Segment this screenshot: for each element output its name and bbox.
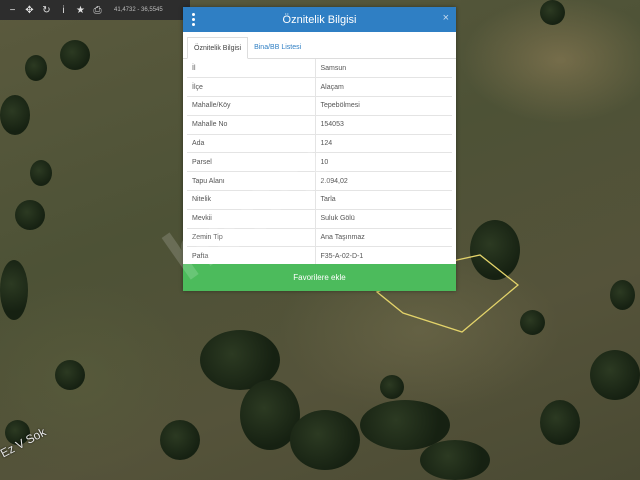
table-row: Tapu Alanı 2.094,02: [187, 171, 452, 192]
table-row: Mahalle/Köy Tepebölmesi: [187, 96, 452, 116]
attribute-key: Pafta: [187, 246, 316, 267]
attribute-value: Suluk Gölü: [315, 209, 452, 229]
table-row: Parsel 10: [187, 152, 452, 173]
attribute-value: Tarla: [315, 190, 452, 210]
attribute-key: Nitelik: [187, 190, 316, 210]
table-row: Zemin Tip Ana Taşınmaz: [187, 228, 452, 248]
close-icon[interactable]: ×: [443, 12, 449, 24]
attribute-key: Mahalle/Köy: [187, 96, 316, 116]
attribute-key: Tapu Alanı: [187, 171, 316, 192]
attribute-value: 2.094,02: [315, 171, 452, 192]
attribute-value: 154053: [315, 115, 452, 135]
attribute-key: İl: [187, 59, 316, 79]
attribute-key: Zemin Tip: [187, 228, 316, 248]
attribute-value: Samsun: [315, 59, 452, 79]
dialog-title: Öznitelik Bilgisi: [282, 13, 357, 26]
attribute-value: Ana Taşınmaz: [315, 228, 452, 248]
table-row: Ada 124: [187, 134, 452, 154]
tab-building-list[interactable]: Bina/BB Listesi: [248, 36, 307, 58]
attribute-key: İlçe: [187, 77, 316, 98]
attribute-value: F35-A-02-D-1: [315, 246, 452, 267]
attribute-key: Mahalle No: [187, 115, 316, 135]
attribute-table: İl Samsun İlçe Alaçam Mahalle/Köy Tepebölmesi…: [187, 59, 452, 267]
attribute-value: Tepebölmesi: [315, 96, 452, 116]
dialog-header: Öznitelik Bilgisi ×: [183, 7, 456, 32]
table-row: İl Samsun: [187, 59, 452, 79]
table-row: Mahalle No 154053: [187, 115, 452, 135]
attribute-key: Mevkii: [187, 209, 316, 229]
table-row: Pafta F35-A-02-D-1: [187, 246, 452, 267]
menu-icon[interactable]: [192, 13, 196, 26]
attribute-dialog: Öznitelik Bilgisi × Öznitelik Bilgisi Bi…: [183, 7, 456, 291]
table-row: Nitelik Tarla: [187, 190, 452, 210]
table-row: Mevkii Suluk Gölü: [187, 209, 452, 229]
attribute-value: 10: [315, 152, 452, 173]
dialog-tabs: Öznitelik Bilgisi Bina/BB Listesi: [183, 32, 456, 59]
attribute-key: Ada: [187, 134, 316, 154]
attribute-value: 124: [315, 134, 452, 154]
tab-attributes[interactable]: Öznitelik Bilgisi: [187, 37, 249, 59]
attribute-key: Parsel: [187, 152, 316, 173]
add-to-favorites-button[interactable]: Favorilere ekle: [183, 264, 456, 291]
attribute-value: Alaçam: [315, 77, 452, 98]
table-row: İlçe Alaçam: [187, 77, 452, 98]
